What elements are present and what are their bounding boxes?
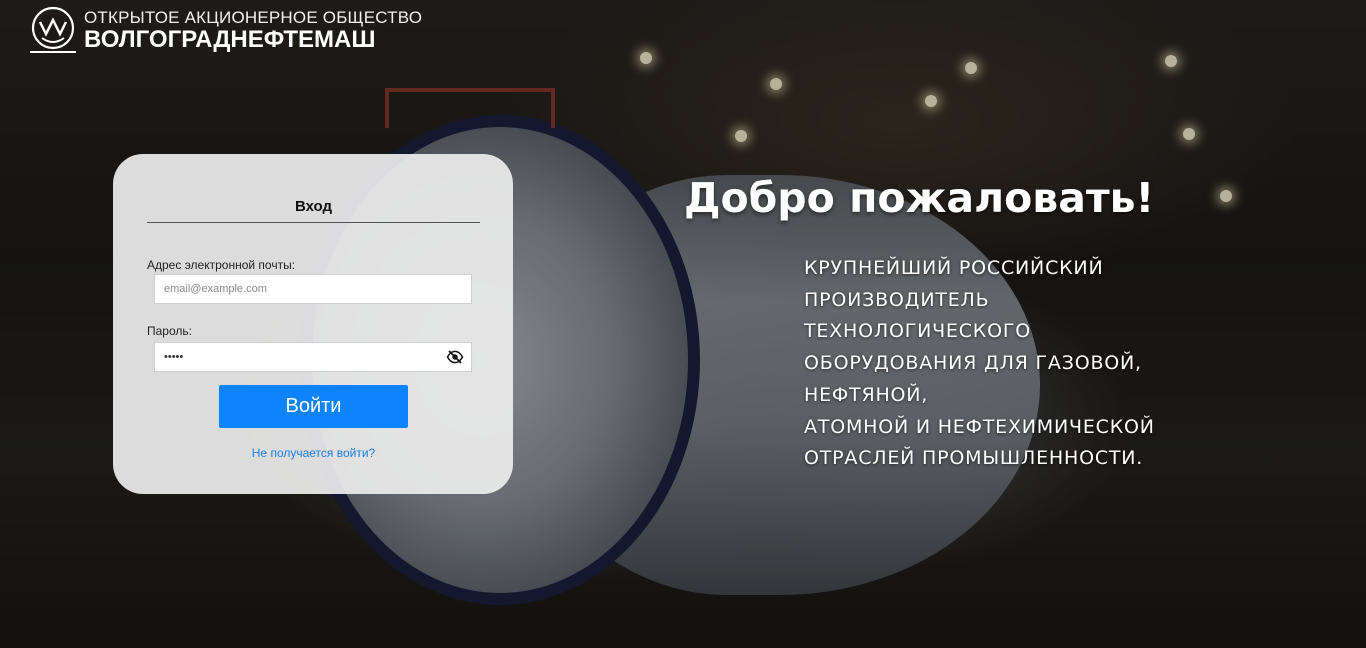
tagline-line: атомной и нефтехимической <box>804 415 1155 438</box>
email-label: Адрес электронной почты: <box>147 258 296 272</box>
company-logo[interactable]: ОТКРЫТОЕ АКЦИОНЕРНОЕ ОБЩЕСТВО ВОЛГОГРАДН… <box>28 6 422 56</box>
login-button[interactable]: Войти <box>219 385 408 428</box>
password-input[interactable] <box>154 342 472 372</box>
tagline-line: производитель <box>804 288 990 311</box>
tagline-line: отраслей промышленности. <box>804 447 1144 470</box>
company-name: ОТКРЫТОЕ АКЦИОНЕРНОЕ ОБЩЕСТВО ВОЛГОГРАДН… <box>84 9 422 53</box>
trouble-login-link[interactable]: Не получается войти? <box>147 446 480 460</box>
eye-slash-icon[interactable] <box>446 348 464 366</box>
company-name-line2: ВОЛГОГРАДНЕФТЕМАШ <box>84 26 376 53</box>
login-card: Вход Адрес электронной почты: Пароль: Во… <box>113 154 513 494</box>
tagline-line: оборудования для газовой, <box>804 352 1142 375</box>
company-tagline: крупнейший российский производитель техн… <box>804 253 1184 475</box>
tagline-line: крупнейший российский <box>804 257 1104 279</box>
password-label: Пароль: <box>147 324 192 338</box>
tagline-line: технологического <box>804 320 1031 343</box>
company-name-line1: ОТКРЫТОЕ АКЦИОНЕРНОЕ ОБЩЕСТВО <box>84 8 423 27</box>
tagline-line: нефтяной, <box>804 383 929 406</box>
company-logo-icon <box>30 6 76 53</box>
email-input[interactable] <box>154 274 472 304</box>
title-divider <box>147 222 480 223</box>
login-title: Вход <box>294 198 333 215</box>
welcome-heading: Добро пожаловать! <box>684 174 1155 222</box>
